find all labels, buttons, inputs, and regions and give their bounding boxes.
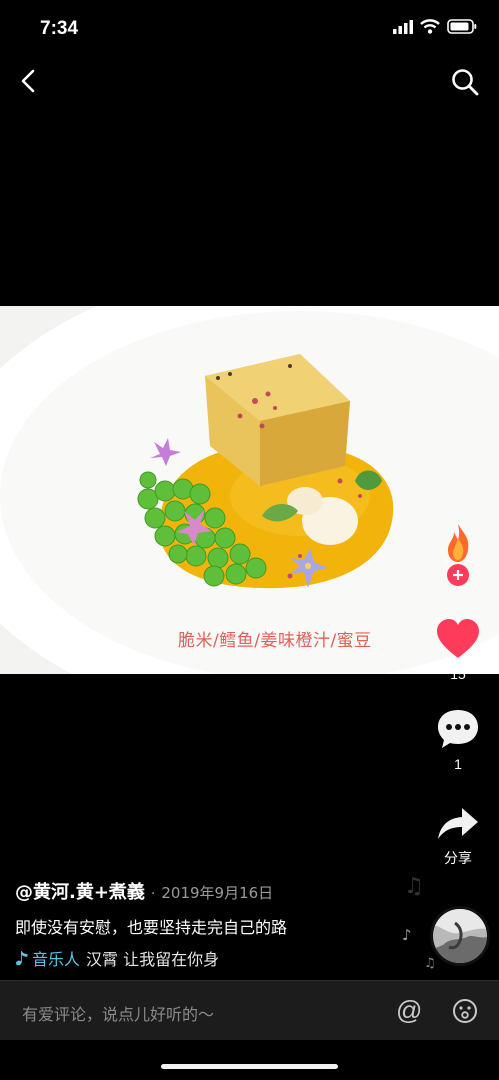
music-title: 汉霄 让我留在你身 xyxy=(86,950,220,969)
search-icon xyxy=(452,69,479,96)
music-disc[interactable] xyxy=(430,906,490,966)
music-note-icon xyxy=(16,951,28,966)
like-button[interactable]: 15 xyxy=(427,618,489,682)
music-info[interactable]: 音乐人 汉霄 让我留在你身 xyxy=(15,946,265,970)
heart-icon xyxy=(437,619,479,658)
comment-count: 1 xyxy=(454,756,462,772)
separator-dot: · xyxy=(150,886,156,902)
mention-at-icon[interactable]: @ xyxy=(396,995,422,1026)
disc-cover-image xyxy=(433,909,487,963)
signal-icon xyxy=(393,19,413,34)
top-nav xyxy=(0,58,499,104)
share-label: 分享 xyxy=(444,850,472,866)
share-arrow-icon xyxy=(438,808,478,839)
follow-button[interactable] xyxy=(447,564,469,586)
plus-icon xyxy=(453,570,463,580)
search-button[interactable] xyxy=(449,66,481,98)
home-indicator[interactable] xyxy=(161,1064,338,1069)
author-line: @黄河.黄+煮義 · 2019年9月16日 xyxy=(15,878,415,904)
video-caption: 脆米/鳕鱼/姜味橙汁/蜜豆 xyxy=(178,631,372,651)
battery-icon xyxy=(447,19,477,34)
comment-bar: 有爱评论，说点儿好听的～ @ xyxy=(0,980,499,1040)
post-description: 即使没有安慰，也要坚持走完自己的路 xyxy=(15,918,288,937)
post-date: 2019年9月16日 xyxy=(161,884,274,902)
share-button[interactable]: 分享 xyxy=(427,806,489,868)
video-player[interactable]: 脆米/鳕鱼/姜味橙汁/蜜豆 xyxy=(0,306,499,674)
dish-image xyxy=(0,306,499,674)
status-bar: 7:34 xyxy=(0,0,499,58)
flame-avatar-icon xyxy=(443,524,473,563)
creator-avatar[interactable] xyxy=(427,522,489,594)
music-label: 音乐人 xyxy=(32,950,81,969)
status-icons xyxy=(393,19,477,34)
floating-note-icon: ♫ xyxy=(404,874,424,899)
back-button[interactable] xyxy=(14,66,44,96)
author-name[interactable]: @黄河.黄+煮義 xyxy=(15,878,145,904)
floating-note-icon: ♫ xyxy=(424,956,436,971)
status-time: 7:34 xyxy=(40,18,79,39)
floating-note-icon: ♪ xyxy=(402,926,412,944)
back-arrow-icon xyxy=(21,69,35,93)
wifi-icon xyxy=(420,19,440,34)
comment-button[interactable]: 1 xyxy=(427,708,489,772)
post-info: @黄河.黄+煮義 · 2019年9月16日 即使没有安慰，也要坚持走完自己的路 … xyxy=(15,878,415,970)
emoji-icon[interactable] xyxy=(452,998,478,1024)
comment-input[interactable]: 有爱评论，说点儿好听的～ xyxy=(22,1001,214,1025)
comment-bubble-icon xyxy=(438,710,478,748)
like-count: 15 xyxy=(450,666,466,682)
